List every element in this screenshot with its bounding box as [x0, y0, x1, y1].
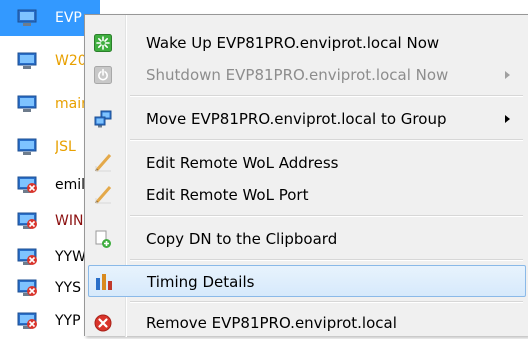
computer-offline-icon [17, 176, 37, 193]
menu-separator [130, 139, 523, 141]
computer-online-icon [17, 9, 37, 26]
move-group-icon [94, 110, 112, 128]
computer-offline-icon [17, 312, 37, 329]
menu-item-shutdown[interactable]: Shutdown EVP81PRO.enviprot.local Now [88, 59, 526, 91]
menu-item-remove[interactable]: Remove EVP81PRO.enviprot.local [88, 307, 526, 339]
computer-online-icon [17, 95, 37, 112]
menu-item-label: Edit Remote WoL Port [146, 186, 309, 204]
copy-clipboard-icon [95, 230, 111, 248]
menu-item-label: Timing Details [147, 273, 255, 291]
context-menu: Wake Up EVP81PRO.enviprot.local Now Shut… [84, 14, 528, 339]
computer-offline-icon [17, 248, 37, 265]
remove-icon [94, 314, 112, 332]
submenu-arrow-icon [505, 71, 510, 79]
menu-item-label: Shutdown EVP81PRO.enviprot.local Now [146, 66, 449, 84]
menu-item-copy-dn[interactable]: Copy DN to the Clipboard [88, 223, 526, 255]
computer-online-icon [17, 52, 37, 69]
menu-item-label: Edit Remote WoL Address [146, 154, 339, 172]
menu-separator [130, 259, 523, 261]
menu-item-wake-up[interactable]: Wake Up EVP81PRO.enviprot.local Now [88, 27, 526, 59]
computer-online-icon [17, 138, 37, 155]
menu-separator [130, 301, 523, 303]
edit-pencil-icon [94, 186, 112, 204]
wake-up-icon [94, 34, 112, 52]
menu-item-label: Move EVP81PRO.enviprot.local to Group [146, 110, 447, 128]
menu-item-label: Remove EVP81PRO.enviprot.local [146, 314, 397, 332]
menu-item-move-to-group[interactable]: Move EVP81PRO.enviprot.local to Group [88, 103, 526, 135]
edit-pencil-icon [94, 154, 112, 172]
menu-item-edit-wol-address[interactable]: Edit Remote WoL Address [88, 147, 526, 179]
menu-item-timing-details[interactable]: Timing Details [88, 265, 526, 297]
menu-item-label: Wake Up EVP81PRO.enviprot.local Now [146, 34, 440, 52]
menu-separator [130, 215, 523, 217]
menu-separator [130, 95, 523, 97]
menu-item-label: Copy DN to the Clipboard [146, 230, 338, 248]
computer-offline-icon [17, 212, 37, 229]
shutdown-icon [94, 66, 112, 84]
timing-chart-icon [96, 274, 112, 290]
submenu-arrow-icon [505, 115, 510, 123]
computer-offline-icon [17, 279, 37, 296]
menu-item-edit-wol-port[interactable]: Edit Remote WoL Port [88, 179, 526, 211]
